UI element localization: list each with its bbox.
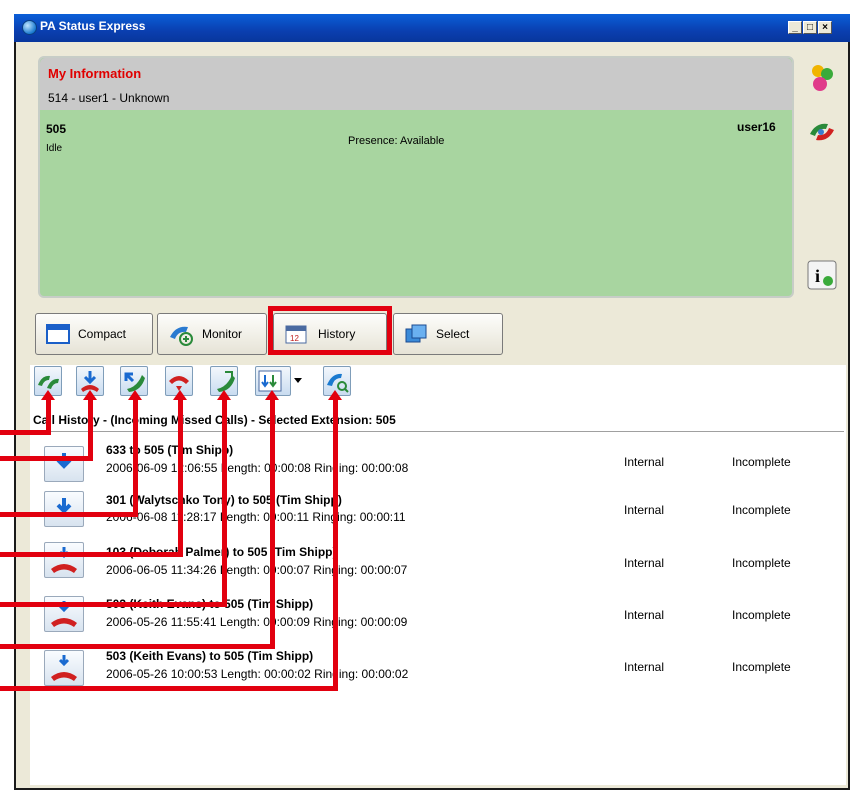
annotation-line [133,396,138,516]
annotation-line [46,396,51,434]
users-icon[interactable] [806,62,838,94]
my-information-user: 514 - user1 - Unknown [48,91,170,105]
select-window-icon [404,323,428,345]
incoming-missed-icon[interactable] [44,650,84,686]
annotation-line [178,396,183,556]
history-highlight-box [268,306,392,355]
close-button[interactable]: × [818,21,832,34]
annotation-arrowhead [41,390,55,400]
svg-text:i: i [815,266,820,286]
annotation-line [222,396,227,606]
history-row-detail: 2006-06-09 12:06:55 Length: 00:00:08 Rin… [106,461,409,475]
app-icon [22,20,37,35]
monitor-phone-icon [168,323,193,346]
annotation-arrowhead [328,390,342,400]
annotation-arrowhead [173,390,187,400]
divider [33,431,844,432]
history-row-status: Incomplete [732,608,791,622]
history-row-detail: 2006-05-26 11:55:41 Length: 00:00:09 Rin… [106,615,408,629]
annotation-arrowhead [217,390,231,400]
select-button[interactable]: Select [393,313,503,355]
phone-transfer-icon[interactable] [806,116,838,148]
monitor-button[interactable]: Monitor [157,313,267,355]
presence-status: Presence: Available [348,135,445,147]
history-row-detail: 2006-05-26 10:00:53 Length: 00:00:02 Rin… [106,667,409,681]
annotation-arrowhead [83,390,97,400]
history-row-status: Incomplete [732,455,791,469]
annotation-line [0,430,51,435]
extension-state: Idle [46,143,63,154]
extension-number: 505 [46,122,67,136]
my-information-title: My Information [48,66,142,81]
incoming-missed-icon[interactable] [44,446,84,482]
history-row-status: Incomplete [732,660,791,674]
history-row-status: Incomplete [732,556,791,570]
history-row-title[interactable]: 503 (Keith Evans) to 505 (Tim Shipp) [106,649,313,663]
compact-button[interactable]: Compact [35,313,153,355]
history-row-title[interactable]: 633 to 505 (Tim Shipp) [106,443,233,457]
history-row-type: Internal [624,660,665,674]
history-row-detail: 2006-06-08 11:28:17 Length: 00:00:11 Rin… [106,510,406,524]
annotation-line [0,602,227,607]
extension-user: user16 [737,120,776,134]
annotation-arrowhead [265,390,279,400]
maximize-button[interactable]: □ [803,21,817,34]
history-row-detail: 2006-06-05 11:34:26 Length: 00:00:07 Rin… [106,563,408,577]
history-row-type: Internal [624,556,665,570]
compact-window-icon [46,323,70,345]
annotation-line [88,396,93,460]
annotation-line [0,456,93,461]
annotation-line [0,552,183,557]
annotation-line [0,512,138,517]
info-icon[interactable]: i [806,259,838,291]
missed-hangup-icon[interactable] [44,542,84,578]
history-row-status: Incomplete [732,503,791,517]
history-row-type: Internal [624,503,665,517]
minimize-button[interactable]: _ [788,21,802,34]
annotation-line [270,396,275,648]
history-row-type: Internal [624,455,665,469]
chevron-down-icon[interactable] [294,378,302,383]
annotation-arrowhead [128,390,142,400]
incoming-missed-icon[interactable] [44,491,84,527]
annotation-line [0,686,338,691]
window-title: PA Status Express [40,19,146,33]
annotation-line [333,396,338,690]
history-row-type: Internal [624,608,665,622]
annotation-line [0,644,275,649]
